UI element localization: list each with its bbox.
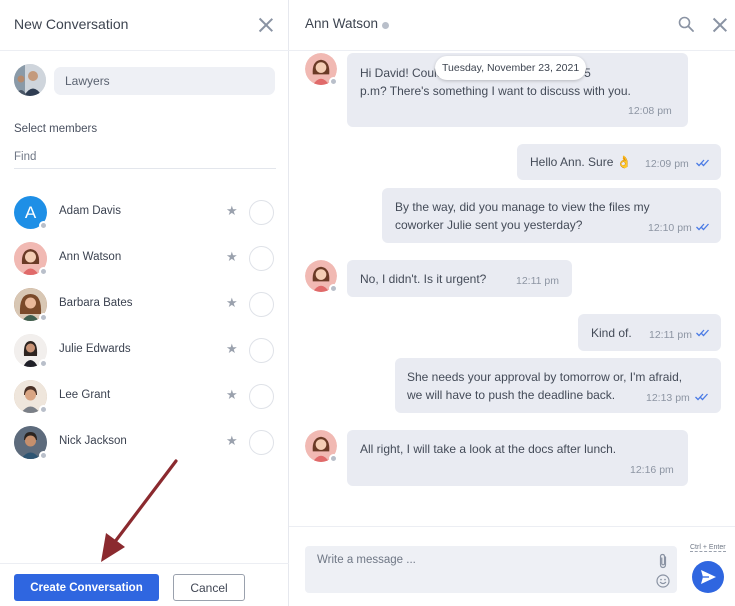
cancel-button[interactable]: Cancel — [173, 574, 245, 601]
group-avatar[interactable] — [14, 64, 46, 96]
star-icon[interactable]: ★ — [226, 387, 238, 403]
message-list: Hi David! Could you call me today around… — [289, 51, 735, 526]
close-icon[interactable] — [258, 17, 274, 33]
star-icon[interactable]: ★ — [226, 249, 238, 265]
member-name: Adam Davis — [59, 205, 121, 217]
star-icon[interactable]: ★ — [226, 203, 238, 219]
message-bubble: All right, I will take a look at the doc… — [347, 430, 688, 486]
member-name: Nick Jackson — [59, 435, 127, 447]
member-name: Julie Edwards — [59, 343, 131, 355]
message-text: Hello Ann. Sure 👌 — [530, 155, 632, 169]
status-dot — [39, 313, 48, 322]
member-row[interactable]: Julie Edwards ★ — [0, 327, 289, 373]
message-time: 12:13 pm — [646, 392, 690, 404]
avatar — [14, 242, 48, 276]
member-name: Barbara Bates — [59, 297, 133, 309]
contact-status-dot — [382, 22, 389, 29]
status-dot — [39, 267, 48, 276]
status-dot — [39, 405, 48, 414]
avatar — [14, 334, 48, 368]
message-time: 12:16 pm — [630, 464, 674, 476]
star-icon[interactable]: ★ — [226, 433, 238, 449]
message-text: No, I didn't. Is it urgent? — [360, 272, 487, 286]
new-conversation-footer: Create Conversation Cancel — [0, 563, 289, 606]
shortcut-hint: Ctrl + Enter — [690, 544, 726, 552]
message-time: 12:11 pm — [649, 329, 692, 341]
create-conversation-button[interactable]: Create Conversation — [14, 574, 159, 601]
member-row[interactable]: A Adam Davis ★ — [0, 189, 289, 235]
message-text: p.m? There's something I want to discuss… — [360, 84, 631, 98]
status-dot — [39, 221, 48, 230]
member-name: Ann Watson — [59, 251, 122, 263]
message-bubble: Kind of. 12:11 pm — [578, 314, 721, 351]
message-input[interactable] — [305, 546, 677, 593]
select-members-label: Select members — [14, 123, 98, 135]
avatar — [305, 53, 338, 86]
member-name: Lee Grant — [59, 389, 111, 401]
new-conversation-panel: New Conversation Select members A Adam D… — [0, 0, 289, 606]
member-select-radio[interactable] — [249, 246, 274, 271]
send-button[interactable] — [692, 561, 724, 593]
date-separator: Tuesday, November 23, 2021 — [435, 56, 587, 80]
member-row[interactable]: Nick Jackson ★ — [0, 419, 289, 465]
double-check-icon — [695, 393, 708, 401]
message-time: 12:11 pm — [516, 275, 559, 287]
star-icon[interactable]: ★ — [226, 295, 238, 311]
member-row[interactable]: Lee Grant ★ — [0, 373, 289, 419]
search-icon[interactable] — [678, 16, 694, 32]
chat-header: Ann Watson — [289, 0, 735, 51]
message-text: we will have to push the deadline back. — [407, 388, 616, 402]
message-time: 12:10 pm — [648, 222, 692, 234]
message-bubble: By the way, did you manage to view the f… — [382, 188, 721, 243]
avatar: A — [14, 196, 48, 230]
message-text: Kind of. — [591, 326, 632, 340]
member-select-radio[interactable] — [249, 384, 274, 409]
member-select-radio[interactable] — [249, 430, 274, 455]
avatar — [305, 260, 338, 293]
message-bubble: She needs your approval by tomorrow or, … — [395, 358, 721, 413]
status-dot — [329, 77, 338, 86]
status-dot — [329, 454, 338, 463]
message-composer: Ctrl + Enter — [289, 526, 735, 606]
status-dot — [39, 451, 48, 460]
send-icon — [701, 570, 716, 584]
member-row[interactable]: Ann Watson ★ — [0, 235, 289, 281]
member-search-input[interactable] — [14, 145, 276, 169]
message-text: She needs your approval by tomorrow or, … — [407, 370, 683, 384]
close-icon[interactable] — [712, 17, 728, 33]
message-text: coworker Julie sent you yesterday? — [395, 218, 583, 232]
double-check-icon — [696, 223, 709, 231]
message-bubble: Hello Ann. Sure 👌 12:09 pm — [517, 144, 721, 180]
message-bubble: No, I didn't. Is it urgent? 12:11 pm — [347, 260, 572, 297]
group-name-input[interactable] — [54, 67, 275, 95]
member-list: A Adam Davis ★ Ann Watson ★ Barbara Bate… — [0, 189, 289, 465]
status-dot — [39, 359, 48, 368]
avatar — [14, 288, 48, 322]
member-select-radio[interactable] — [249, 200, 274, 225]
member-select-radio[interactable] — [249, 338, 274, 363]
paperclip-icon[interactable] — [657, 553, 669, 569]
chat-contact-name: Ann Watson — [305, 16, 379, 31]
double-check-icon — [696, 329, 709, 337]
chat-panel: Ann Watson Hi David! Could you call me t… — [289, 0, 735, 606]
member-row[interactable]: Barbara Bates ★ — [0, 281, 289, 327]
avatar — [305, 430, 338, 463]
message-time: 12:09 pm — [645, 158, 689, 170]
member-select-radio[interactable] — [249, 292, 274, 317]
smile-icon[interactable] — [656, 574, 670, 588]
message-text: By the way, did you manage to view the f… — [395, 200, 650, 214]
status-dot — [329, 284, 338, 293]
avatar — [14, 426, 48, 460]
double-check-icon — [696, 159, 709, 167]
star-icon[interactable]: ★ — [226, 341, 238, 357]
avatar — [14, 380, 48, 414]
new-conversation-title: New Conversation — [14, 16, 129, 32]
new-conversation-header: New Conversation — [0, 0, 289, 51]
message-time: 12:08 pm — [628, 105, 672, 117]
message-text: All right, I will take a look at the doc… — [360, 442, 617, 456]
